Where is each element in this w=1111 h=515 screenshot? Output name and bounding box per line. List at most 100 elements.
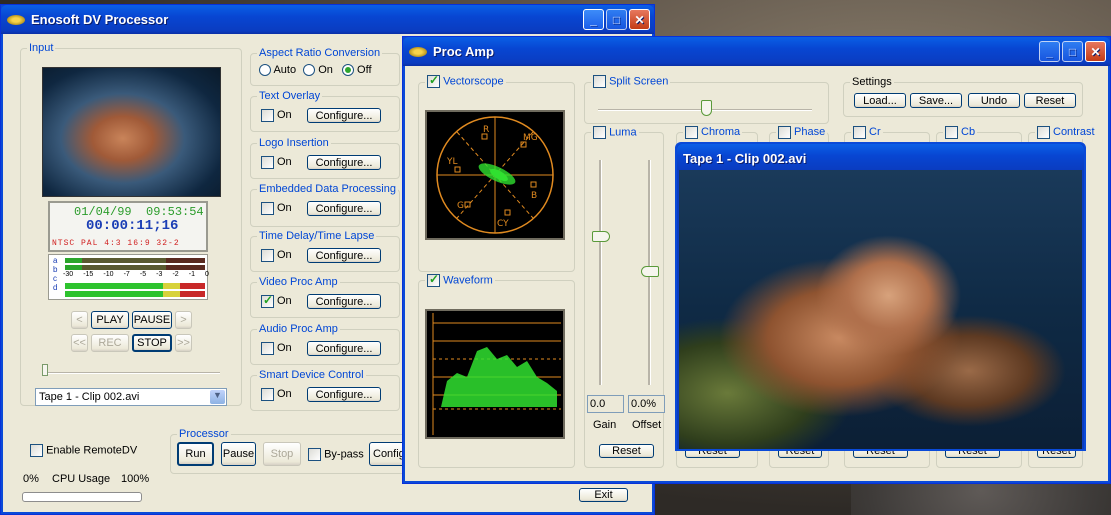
seek-slider[interactable] (42, 372, 220, 374)
channel-checkbox[interactable] (1037, 126, 1050, 139)
timecode-display: 01/04/99 09:53:54 00:00:11;16 NTSC PAL 4… (48, 201, 208, 252)
input-legend: Input (27, 42, 56, 54)
effect-on-row: On (261, 202, 292, 215)
vectorscope-label-g: G (457, 201, 464, 211)
configure-button[interactable]: Configure... (307, 341, 381, 356)
run-button[interactable]: Run (177, 442, 214, 466)
channel-label: Cb (961, 126, 976, 139)
prev-button[interactable]: < (71, 311, 88, 329)
configure-button[interactable]: Configure... (307, 248, 381, 263)
proc-amp-close-button[interactable]: ✕ (1085, 41, 1106, 62)
preview-window: Tape 1 - Clip 002.avi (675, 142, 1086, 451)
vectorscope-label-b: B (531, 191, 537, 201)
close-button[interactable]: ✕ (629, 9, 650, 30)
vectorscope-display: R MG B CY G YL (425, 110, 565, 240)
meter-channel-b (65, 265, 205, 270)
gain-slider-thumb[interactable] (592, 231, 610, 242)
minimize-button[interactable]: _ (583, 9, 604, 30)
channel-checkbox[interactable] (853, 126, 866, 139)
effect-on-label: On (277, 295, 292, 308)
next-button[interactable]: > (175, 311, 192, 329)
configure-button[interactable]: Configure... (307, 387, 381, 402)
channel-row: Cr (851, 126, 883, 139)
channel-row: Cb (943, 126, 978, 139)
chevron-down-icon[interactable]: ▼ (210, 390, 225, 404)
exit-button[interactable]: Exit (579, 488, 628, 502)
effect-on-checkbox[interactable] (261, 293, 274, 308)
stop-processor-button[interactable]: Stop (263, 442, 301, 466)
luma-reset-button[interactable]: Reset (599, 444, 654, 458)
channel-checkbox[interactable] (778, 126, 791, 139)
luma-checkbox[interactable] (593, 126, 606, 139)
stop-button[interactable]: STOP (132, 334, 172, 352)
effect-on-checkbox[interactable] (261, 202, 274, 215)
effect-legend: Audio Proc Amp (257, 323, 340, 335)
effect-on-checkbox[interactable] (261, 342, 274, 355)
seek-slider-thumb[interactable] (42, 364, 48, 376)
play-button[interactable]: PLAY (91, 311, 129, 329)
undo-button[interactable]: Undo (968, 93, 1020, 108)
effect-legend: Text Overlay (257, 90, 323, 102)
vectorscope-row: Vectorscope (425, 73, 506, 88)
split-screen-slider-thumb[interactable] (701, 100, 712, 116)
channel-checkbox[interactable] (685, 126, 698, 139)
reset-settings-button[interactable]: Reset (1024, 93, 1076, 108)
aspect-on-radio[interactable] (303, 64, 316, 77)
channel-row: Contrast (1035, 126, 1097, 139)
main-title-bar[interactable]: Enosoft DV Processor _ □ ✕ (1, 5, 654, 34)
channel-checkbox[interactable] (945, 126, 958, 139)
enable-remote-label: Enable RemoteDV (46, 444, 138, 457)
pause-processor-button[interactable]: Pause (221, 442, 256, 466)
effect-on-checkbox[interactable] (261, 388, 274, 401)
bypass-label: By-pass (324, 448, 364, 461)
waveform-checkbox[interactable] (427, 272, 440, 287)
configure-button[interactable]: Configure... (307, 201, 381, 216)
vectorscope-checkbox[interactable] (427, 73, 440, 88)
effect-on-label: On (277, 342, 292, 355)
effect-on-checkbox[interactable] (261, 249, 274, 262)
config-button[interactable]: Config (369, 442, 405, 466)
offset-value-field[interactable]: 0.0% (628, 395, 665, 413)
aspect-on-label: On (318, 64, 333, 76)
cpu-max-label: 100% (121, 473, 150, 485)
effect-on-row: On (261, 293, 292, 308)
rewind-button[interactable]: << (71, 334, 88, 352)
vectorscope-label: Vectorscope (443, 75, 504, 88)
split-screen-row: Split Screen (591, 75, 671, 88)
configure-button[interactable]: Configure... (307, 108, 381, 123)
save-settings-button[interactable]: Save... (910, 93, 962, 108)
bypass-checkbox[interactable] (308, 448, 321, 461)
effect-on-label: On (277, 156, 292, 169)
aspect-auto-radio[interactable] (259, 64, 271, 77)
configure-button[interactable]: Configure... (307, 294, 381, 309)
effect-on-checkbox[interactable] (261, 109, 274, 122)
pause-button[interactable]: PAUSE (132, 311, 172, 329)
split-screen-checkbox[interactable] (593, 75, 606, 88)
proc-amp-minimize-button[interactable]: _ (1039, 41, 1060, 62)
meter-channel-c (65, 283, 205, 289)
aspect-off-radio[interactable] (341, 64, 354, 77)
effect-on-row: On (261, 388, 292, 401)
source-select[interactable]: Tape 1 - Clip 002.avi ▼ (35, 388, 227, 406)
load-settings-button[interactable]: Load... (854, 93, 906, 108)
input-status-line: NTSC PAL 4:3 16:9 32-2 (52, 239, 180, 248)
preview-video (679, 170, 1082, 449)
enable-remote-row: Enable RemoteDV (30, 444, 137, 457)
proc-amp-title-bar[interactable]: Proc Amp _ □ ✕ (403, 37, 1110, 66)
proc-amp-maximize-button[interactable]: □ (1062, 41, 1083, 62)
channel-row: Chroma (683, 126, 743, 139)
gain-value-field[interactable]: 0.0 (587, 395, 624, 413)
effect-on-checkbox[interactable] (261, 156, 274, 169)
effect-on-label: On (277, 109, 292, 122)
preview-title-bar[interactable]: Tape 1 - Clip 002.avi (677, 144, 1084, 170)
maximize-button[interactable]: □ (606, 9, 627, 30)
settings-legend: Settings (850, 76, 894, 88)
enable-remote-checkbox[interactable] (30, 444, 43, 457)
gain-slider-track[interactable] (599, 160, 602, 385)
configure-button[interactable]: Configure... (307, 155, 381, 170)
record-button[interactable]: REC (91, 334, 129, 352)
channel-label: Contrast (1053, 126, 1095, 139)
source-select-value: Tape 1 - Clip 002.avi (39, 391, 140, 403)
fast-forward-button[interactable]: >> (175, 334, 192, 352)
offset-slider-thumb[interactable] (641, 266, 659, 277)
